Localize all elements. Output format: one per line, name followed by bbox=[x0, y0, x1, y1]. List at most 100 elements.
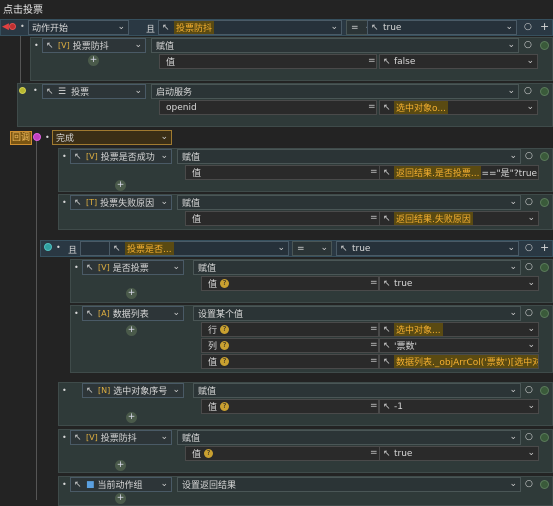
chevron-down-icon: ⌄ bbox=[509, 432, 517, 442]
condition-value-dropdown[interactable]: ↖ true ⌄ bbox=[367, 20, 517, 35]
current-action-group-dropdown[interactable]: ↖ ■ 当前动作组 ⌄ bbox=[70, 477, 172, 492]
row-value-field[interactable]: ↖ 选中对象... ⌄ bbox=[379, 322, 539, 337]
add-icon[interactable]: + bbox=[540, 241, 549, 254]
value-key-field: 值 bbox=[159, 54, 377, 69]
condition-value-dropdown[interactable]: ↖ true ⌄ bbox=[336, 241, 519, 256]
settings-circle-icon[interactable]: ○ bbox=[525, 479, 533, 489]
chevron-down-icon: ⌄ bbox=[320, 243, 328, 253]
settings-circle-icon[interactable]: ○ bbox=[525, 243, 533, 253]
toggle-dot-icon[interactable] bbox=[540, 480, 549, 489]
assign-action-dropdown[interactable]: 赋值 ⌄ bbox=[151, 38, 519, 53]
cursor-icon: ↖ bbox=[383, 341, 391, 351]
breakpoint-icon[interactable] bbox=[9, 23, 16, 30]
add-child-icon[interactable]: + bbox=[88, 55, 99, 66]
help-icon[interactable]: ? bbox=[220, 341, 230, 350]
add-child-icon[interactable]: + bbox=[126, 412, 137, 423]
settings-circle-icon[interactable]: ○ bbox=[525, 151, 533, 161]
chevron-down-icon: ⌄ bbox=[277, 243, 285, 253]
selected-index-label: 选中对象序号 bbox=[113, 387, 168, 397]
voted-value-label: true bbox=[394, 278, 413, 289]
chevron-down-icon: ⌄ bbox=[527, 278, 535, 288]
start-service-dropdown[interactable]: 启动服务 ⌄ bbox=[151, 84, 519, 99]
settings-circle-icon[interactable]: ○ bbox=[525, 197, 533, 207]
toggle-dot-icon[interactable] bbox=[540, 433, 549, 442]
selected-index-dropdown[interactable]: ↖ [N] 选中对象序号 ⌄ bbox=[82, 383, 184, 398]
vote-dropdown[interactable]: ↖ ☰ 投票 ⌄ bbox=[42, 84, 146, 99]
set-return-result-dropdown[interactable]: 设置返回结果 ⌄ bbox=[177, 477, 521, 492]
openid-key-field: openid bbox=[159, 100, 377, 115]
add-child-icon[interactable]: + bbox=[115, 460, 126, 471]
add-icon[interactable]: + bbox=[540, 20, 549, 33]
cursor-icon: ↖ bbox=[113, 244, 121, 254]
toggle-dot-icon[interactable] bbox=[540, 386, 549, 395]
toggle-dot-icon[interactable] bbox=[540, 198, 549, 207]
fail-value-field[interactable]: ↖ 返回结果.失败原因 ⌄ bbox=[379, 211, 539, 226]
toggle-dot-icon[interactable] bbox=[540, 152, 549, 161]
settings-circle-icon[interactable]: ○ bbox=[525, 432, 533, 442]
assign-action-dropdown[interactable]: 赋值 ⌄ bbox=[177, 430, 521, 445]
vote-success-dropdown[interactable]: ↖ [V] 投票是否成功 ⌄ bbox=[70, 149, 172, 164]
help-icon[interactable]: ? bbox=[220, 357, 230, 366]
help-icon[interactable]: ? bbox=[204, 449, 214, 458]
anti-shake-label-2: 投票防抖 bbox=[100, 434, 137, 444]
help-icon[interactable]: ? bbox=[220, 325, 230, 334]
add-child-icon[interactable]: + bbox=[115, 180, 126, 191]
toggle-dot-icon[interactable] bbox=[540, 87, 549, 96]
collapse-arrow-icon[interactable]: ◀ bbox=[2, 22, 9, 32]
equals-sign: = bbox=[368, 56, 376, 66]
value-field[interactable]: ↖ false ⌄ bbox=[379, 54, 538, 69]
col-value-field[interactable]: ↖ '票数' ⌄ bbox=[379, 338, 539, 353]
settings-circle-icon[interactable]: ○ bbox=[525, 308, 533, 318]
complete-dropdown[interactable]: 完成 ⌄ bbox=[52, 130, 172, 145]
val-key-label: 值 bbox=[208, 358, 218, 368]
voted-value-field[interactable]: ↖ true ⌄ bbox=[379, 276, 539, 291]
complete-label: 完成 bbox=[56, 134, 75, 144]
assign-action-dropdown[interactable]: 赋值 ⌄ bbox=[177, 149, 521, 164]
settings-circle-icon[interactable]: ○ bbox=[524, 86, 532, 96]
add-child-icon[interactable]: + bbox=[126, 325, 137, 336]
assign-action-dropdown[interactable]: 赋值 ⌄ bbox=[177, 195, 521, 210]
data-list-dropdown[interactable]: ↖ [A] 数据列表 ⌄ bbox=[82, 306, 184, 321]
chevron-down-icon: ⌄ bbox=[160, 132, 168, 142]
and-operator: 且 bbox=[68, 246, 78, 256]
chevron-down-icon: ⌄ bbox=[509, 385, 517, 395]
condition-target-dropdown[interactable]: ↖ 投票是否... ⌄ bbox=[109, 241, 289, 256]
settings-circle-icon[interactable]: ○ bbox=[525, 262, 533, 272]
chevron-down-icon: ⌄ bbox=[527, 448, 535, 458]
cursor-icon: ↖ bbox=[74, 152, 82, 162]
help-icon[interactable]: ? bbox=[220, 279, 230, 288]
val-value-field[interactable]: ↖ 数据列表._objArrCol('票数')[选中对象 bbox=[379, 354, 539, 369]
vote-fail-dropdown[interactable]: ↖ [T] 投票失败原因 ⌄ bbox=[70, 195, 172, 210]
cursor-icon: ↖ bbox=[383, 279, 391, 289]
assign-action-dropdown[interactable]: 赋值 ⌄ bbox=[193, 260, 521, 275]
toggle-dot-icon[interactable] bbox=[540, 263, 549, 272]
value-key-field: 值? bbox=[201, 276, 379, 291]
add-child-icon[interactable]: + bbox=[115, 493, 126, 504]
openid-key-label: openid bbox=[166, 102, 197, 113]
openid-value-field[interactable]: ↖ 选中对象o... ⌄ bbox=[379, 100, 538, 115]
anti-shake-dropdown-2[interactable]: ↖ [V] 投票防抖 ⌄ bbox=[70, 430, 172, 445]
condition-dot-icon[interactable] bbox=[44, 243, 52, 251]
add-child-icon[interactable]: + bbox=[126, 288, 137, 299]
anti2-value-field[interactable]: ↖ true ⌄ bbox=[379, 446, 539, 461]
value-key-label: 值 bbox=[192, 169, 202, 179]
settings-circle-icon[interactable]: ○ bbox=[525, 385, 533, 395]
assign-action-dropdown[interactable]: 赋值 ⌄ bbox=[193, 383, 521, 398]
toggle-dot-icon[interactable] bbox=[540, 309, 549, 318]
operator-dropdown[interactable]: =⌄ bbox=[292, 241, 332, 256]
condition-target-dropdown[interactable]: ↖ 投票防抖 ⌄ bbox=[158, 20, 342, 35]
action-start-dropdown[interactable]: 动作开始 ⌄ bbox=[28, 20, 129, 35]
selidx-value-field[interactable]: ↖ -1 ⌄ bbox=[379, 399, 539, 414]
success-value-field[interactable]: ↖返回结果.是否投票...=="是"?true:fa bbox=[379, 165, 539, 180]
help-icon[interactable]: ? bbox=[220, 402, 230, 411]
is-voted-dropdown[interactable]: ↖ [V] 是否投票 ⌄ bbox=[82, 260, 184, 275]
settings-circle-icon[interactable]: ○ bbox=[524, 22, 532, 32]
settings-circle-icon[interactable]: ○ bbox=[524, 40, 532, 50]
chevron-down-icon: ⌄ bbox=[160, 151, 168, 161]
service-icon: ☰ bbox=[58, 86, 67, 97]
assign-action-label: 赋值 bbox=[182, 153, 201, 163]
anti-shake-dropdown[interactable]: ↖ [V] 投票防抖 ⌄ bbox=[42, 38, 146, 53]
anti-shake-label: 投票防抖 bbox=[72, 42, 109, 52]
set-value-action-dropdown[interactable]: 设置某个值 ⌄ bbox=[193, 306, 521, 321]
toggle-dot-icon[interactable] bbox=[540, 41, 549, 50]
